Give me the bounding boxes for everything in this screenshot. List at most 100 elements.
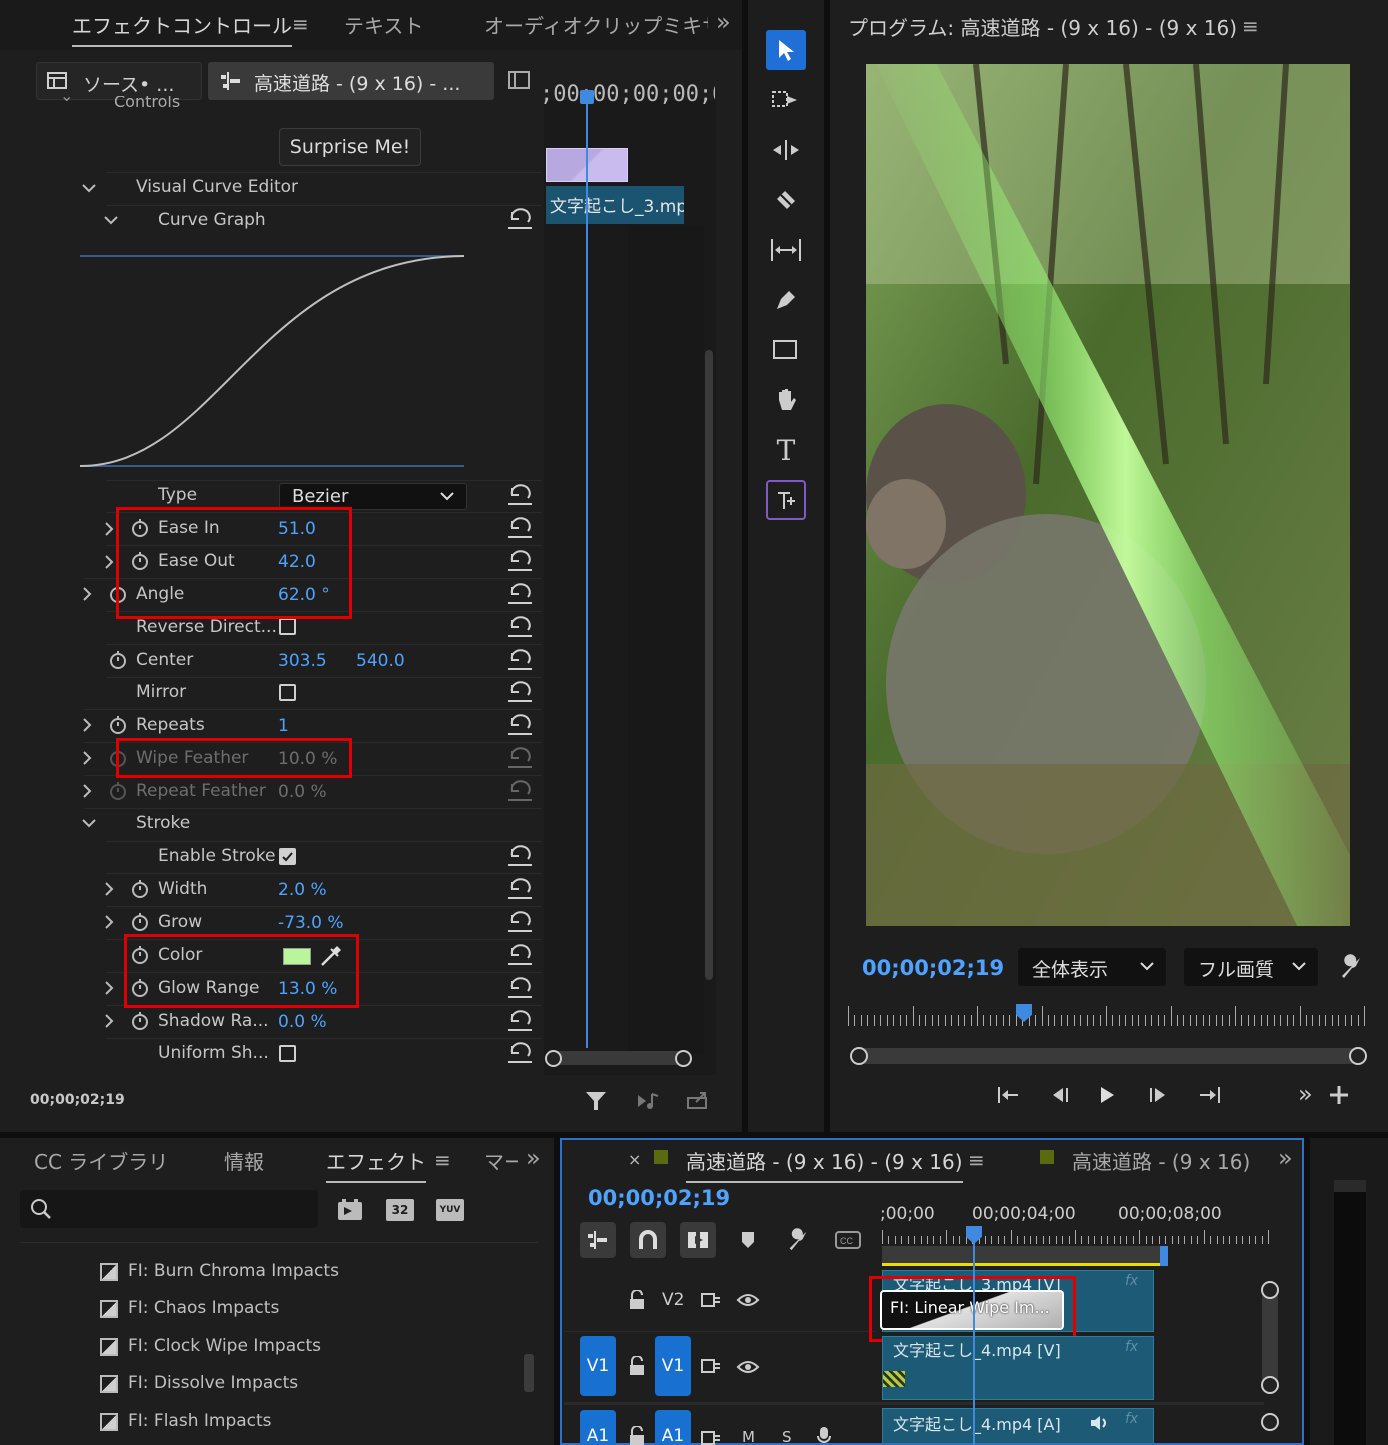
clip-a1[interactable]: 文字起こし_4.mp4 [A] fx [882,1408,1154,1444]
timeline-close-icon[interactable]: × [628,1150,641,1169]
mini-playhead[interactable] [586,90,588,1048]
play-audio-icon[interactable] [636,1090,662,1112]
effect-item[interactable]: FI: Dissolve Impacts [128,1373,298,1393]
fit-dropdown[interactable]: 全体表示 [1018,948,1166,986]
reset-icon[interactable] [506,1042,534,1064]
track-target-a1[interactable]: A1 [655,1410,691,1445]
snap-button[interactable] [630,1222,666,1258]
mini-zoom-left-handle[interactable] [545,1050,562,1067]
reset-icon[interactable] [506,517,534,539]
chevron-down-icon[interactable] [80,815,98,833]
reset-icon[interactable] [506,780,534,802]
mini-zoom-right-handle[interactable] [675,1050,692,1067]
chevron-right-icon[interactable] [78,716,96,734]
reset-icon[interactable] [506,977,534,999]
program-zoom-right-handle[interactable] [1349,1047,1367,1065]
chevron-right-icon[interactable] [100,913,118,931]
mini-clip[interactable]: 文字起こし_3.mp [546,186,684,224]
lock-icon[interactable] [628,1290,646,1310]
work-area-end-handle[interactable] [1160,1246,1168,1266]
mirror-checkbox[interactable] [279,684,296,701]
speech-to-text-tool[interactable] [766,480,806,520]
reset-icon[interactable] [506,616,534,638]
tab-cc-libraries[interactable]: CC ライブラリ [34,1146,168,1175]
lock-icon[interactable] [628,1426,646,1445]
effects-tabs-overflow-icon[interactable]: » [526,1144,541,1172]
reset-icon[interactable] [506,747,534,769]
hand-tool[interactable] [766,380,806,420]
program-zoom-bar[interactable] [858,1048,1358,1064]
uniform-checkbox[interactable] [279,1045,296,1062]
insert-sequence-button[interactable] [580,1222,616,1258]
enable-stroke-checkbox[interactable] [279,848,296,865]
curve-graph[interactable] [78,248,466,472]
linked-selection-button[interactable] [680,1222,716,1258]
lock-icon[interactable] [628,1356,646,1376]
type-tool[interactable]: T [766,430,806,470]
clip-v1[interactable]: 文字起こし_4.mp4 [V] fx [882,1336,1154,1400]
timeline-timecode[interactable]: 00;00;02;19 [588,1186,730,1210]
tab-audio-clip-mixer[interactable]: オーディオクリップミキサ [484,10,708,39]
repeats-value[interactable]: 1 [278,716,289,736]
effects-search-box[interactable] [20,1190,318,1228]
program-more-icon[interactable]: » [1298,1080,1313,1108]
step-forward-icon[interactable] [1146,1084,1170,1106]
chevron-right-icon[interactable] [100,979,118,997]
reset-icon[interactable] [506,944,534,966]
surprise-me-button[interactable]: Surprise Me! [279,128,421,166]
stopwatch-icon[interactable] [109,716,127,734]
reset-icon[interactable] [506,1010,534,1032]
track-v2-label[interactable]: V2 [662,1290,684,1310]
tab-text[interactable]: テキスト [344,10,423,39]
grow-value[interactable]: -73.0 % [278,913,344,933]
center-y-value[interactable]: 540.0 [356,651,405,671]
selection-tool[interactable] [766,30,806,70]
reset-icon[interactable] [506,484,534,506]
sync-lock-icon[interactable] [700,1428,722,1445]
stopwatch-icon[interactable] [131,880,149,898]
timeline-vscroll-top-handle[interactable] [1261,1281,1279,1299]
source-selector[interactable]: ソース• ... [36,62,202,100]
center-x-value[interactable]: 303.5 [278,651,327,671]
tabs-overflow-icon[interactable]: » [716,8,731,36]
sync-lock-icon[interactable] [700,1290,722,1310]
chevron-right-icon[interactable] [100,1012,118,1030]
timeline-ruler[interactable] [882,1228,1269,1244]
tab-sequence-nested[interactable]: 高速道路 - (9 x 16) [1072,1146,1250,1175]
tab-effect-controls[interactable]: エフェクトコントロール [72,10,292,47]
reset-icon[interactable] [506,714,534,736]
effect-item[interactable]: FI: Flash Impacts [128,1411,272,1431]
effect-controls-menu-icon[interactable]: ≡ [292,12,309,36]
yuv-effects-icon[interactable]: YUV [436,1199,464,1221]
program-monitor-title[interactable]: プログラム: 高速道路 - (9 x 16) - (9 x 16) [848,12,1237,41]
add-marker-icon[interactable] [740,1230,756,1250]
chevron-right-icon[interactable] [78,585,96,603]
export-icon[interactable] [686,1090,710,1112]
chevron-down-icon[interactable] [102,212,120,230]
tab-markers[interactable]: マー [484,1146,518,1175]
reset-icon[interactable] [506,878,534,900]
effects-menu-icon[interactable]: ≡ [434,1148,451,1172]
filter-icon[interactable] [585,1090,607,1112]
program-menu-icon[interactable]: ≡ [1242,14,1259,38]
reset-icon[interactable] [506,649,534,671]
tab-info[interactable]: 情報 [224,1146,264,1175]
shadow-range-value[interactable]: 0.0 % [278,1012,327,1032]
sequence-selector[interactable]: 高速道路 - (9 x 16) - ... [208,62,494,100]
accelerated-effects-icon[interactable] [336,1198,364,1222]
program-timecode[interactable]: 00;00;02;19 [862,956,1004,980]
repeat-feather-value[interactable]: 0.0 % [278,782,327,802]
effects-scrollbar[interactable] [524,1354,534,1392]
track-target-v1[interactable]: V1 [655,1336,691,1396]
reset-icon[interactable] [506,681,534,703]
go-to-out-icon[interactable] [1196,1084,1222,1106]
track-select-tool[interactable] [766,80,806,120]
type-dropdown[interactable]: Bezier [279,483,467,510]
chevron-down-icon[interactable] [80,180,98,198]
controls-chevron-icon[interactable]: ⌄ [60,96,73,105]
stopwatch-icon[interactable] [131,913,149,931]
solo-button[interactable]: S [782,1428,792,1445]
32bit-effects-icon[interactable]: 32 [386,1199,414,1221]
effects-search-input[interactable] [60,1196,310,1222]
rectangle-tool[interactable] [766,330,806,370]
